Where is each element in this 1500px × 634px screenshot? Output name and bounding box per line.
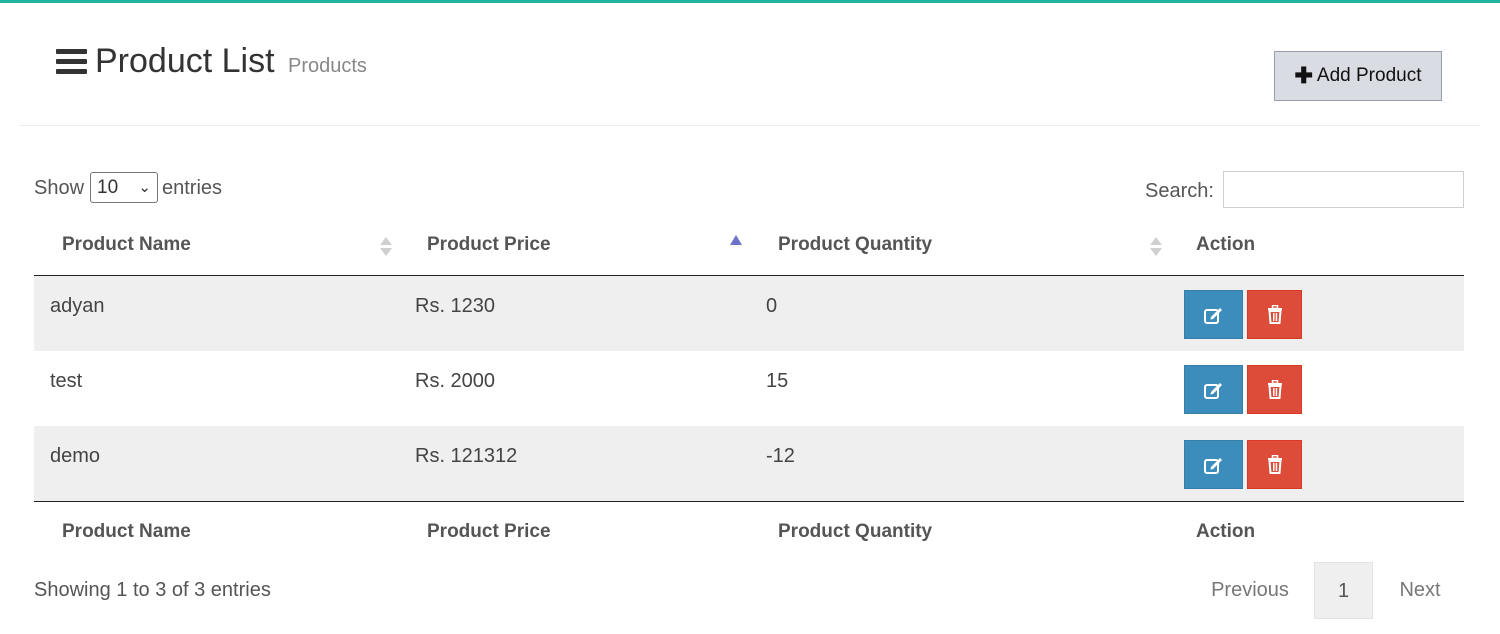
table-info: Showing 1 to 3 of 3 entries bbox=[34, 579, 271, 601]
search-label: Search: bbox=[1145, 180, 1214, 202]
cell-product-price: Rs. 1230 bbox=[415, 295, 496, 317]
cell-product-name: test bbox=[50, 370, 83, 392]
edit-icon bbox=[1203, 307, 1222, 324]
cell-product-quantity: 15 bbox=[766, 370, 789, 392]
table-row: adyan Rs. 1230 0 bbox=[34, 276, 1464, 351]
tf-product-quantity: Product Quantity bbox=[778, 521, 933, 542]
table-footer-rule bbox=[34, 501, 1464, 502]
th-product-price[interactable]: Product Price bbox=[427, 233, 551, 257]
header-divider bbox=[20, 125, 1480, 126]
th-product-quantity[interactable]: Product Quantity bbox=[778, 233, 932, 257]
sort-ascending-icon[interactable] bbox=[730, 235, 742, 245]
cell-product-name: demo bbox=[50, 445, 101, 467]
sort-both-icon[interactable] bbox=[380, 235, 392, 259]
next-page-button[interactable]: Next bbox=[1378, 562, 1462, 619]
page-subtitle: Products bbox=[288, 55, 367, 77]
cell-product-price: Rs. 2000 bbox=[415, 370, 496, 392]
cell-product-name: adyan bbox=[50, 295, 105, 317]
sort-both-icon[interactable] bbox=[1150, 235, 1162, 259]
entries-label: entries bbox=[162, 177, 223, 199]
th-action: Action bbox=[1196, 234, 1256, 255]
delete-button[interactable] bbox=[1247, 365, 1302, 414]
edit-button[interactable] bbox=[1184, 290, 1243, 339]
cell-product-quantity: -12 bbox=[766, 445, 795, 467]
plus-icon: ✚ bbox=[1294, 63, 1313, 88]
delete-button[interactable] bbox=[1247, 440, 1302, 489]
page-header: Product List Products ✚ Add Product bbox=[0, 3, 1500, 126]
tf-action: Action bbox=[1196, 521, 1256, 542]
table-row: test Rs. 2000 15 bbox=[34, 351, 1464, 426]
tf-product-name: Product Name bbox=[62, 521, 191, 542]
show-label: Show bbox=[34, 177, 85, 199]
chevron-down-icon: ⌄ bbox=[138, 179, 151, 196]
add-product-label: Add Product bbox=[1316, 65, 1422, 86]
edit-icon bbox=[1203, 382, 1222, 399]
edit-button[interactable] bbox=[1184, 440, 1243, 489]
trash-icon bbox=[1267, 380, 1282, 399]
add-product-button[interactable]: ✚ Add Product bbox=[1274, 51, 1442, 101]
edit-icon bbox=[1203, 457, 1222, 474]
delete-button[interactable] bbox=[1247, 290, 1302, 339]
page-title: Product List bbox=[95, 42, 275, 80]
previous-page-button[interactable]: Previous bbox=[1195, 562, 1305, 619]
tf-product-price: Product Price bbox=[427, 521, 551, 542]
trash-icon bbox=[1267, 455, 1282, 474]
search-input[interactable] bbox=[1223, 171, 1464, 208]
cell-product-quantity: 0 bbox=[766, 295, 778, 317]
entries-per-page-select[interactable]: 10 ⌄ bbox=[90, 172, 158, 203]
bars-icon[interactable] bbox=[56, 49, 88, 75]
th-product-name[interactable]: Product Name bbox=[62, 233, 191, 257]
edit-button[interactable] bbox=[1184, 365, 1243, 414]
entries-per-page-value: 10 bbox=[97, 177, 119, 198]
cell-product-price: Rs. 121312 bbox=[415, 445, 518, 467]
table-row: demo Rs. 121312 -12 bbox=[34, 426, 1464, 501]
trash-icon bbox=[1267, 305, 1282, 324]
page-1-button[interactable]: 1 bbox=[1314, 562, 1373, 619]
